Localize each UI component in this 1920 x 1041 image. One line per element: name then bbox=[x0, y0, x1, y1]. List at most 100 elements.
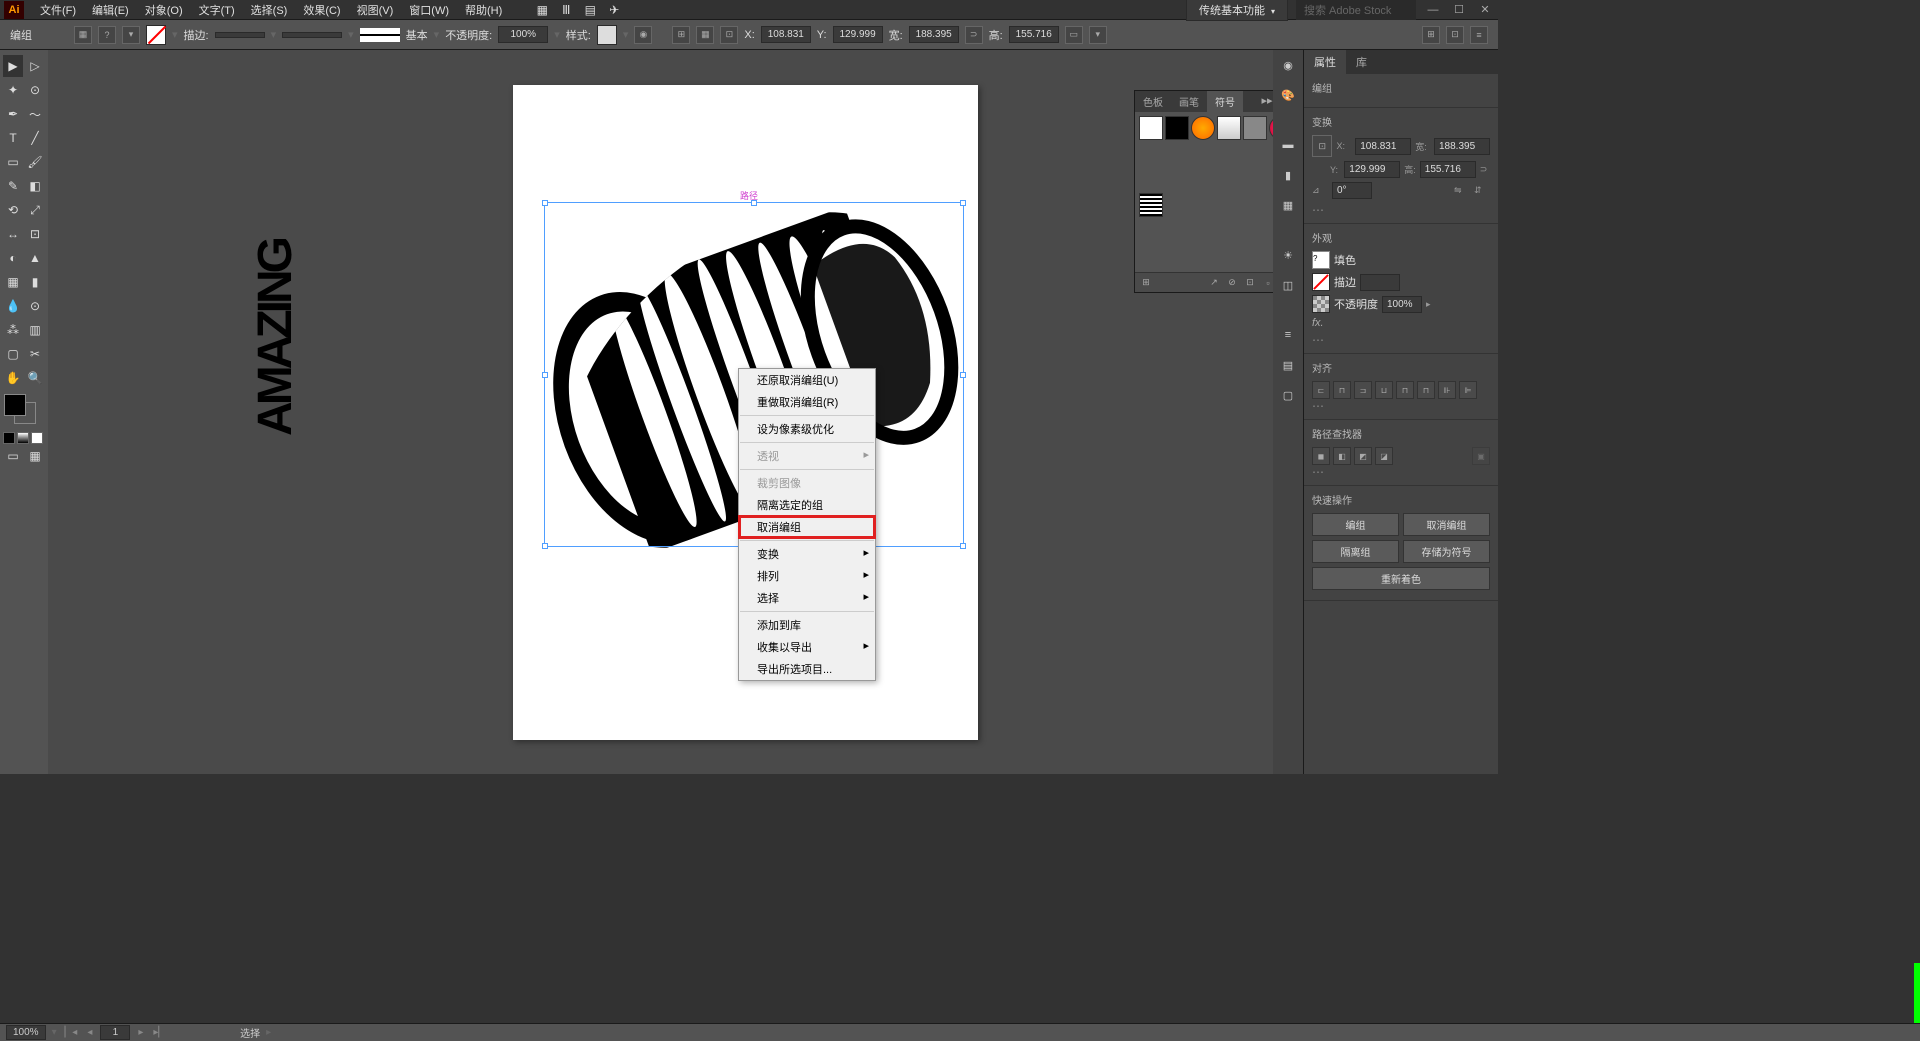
none-mode-icon[interactable] bbox=[31, 432, 43, 444]
prop-angle-input[interactable] bbox=[1332, 182, 1372, 199]
nav-next-icon[interactable]: ▸ bbox=[136, 1027, 145, 1038]
direct-selection-tool[interactable]: ▷ bbox=[25, 55, 45, 77]
stroke-swatch[interactable] bbox=[1312, 273, 1330, 291]
prop-y-input[interactable] bbox=[1344, 161, 1400, 178]
fx-label[interactable]: fx. bbox=[1312, 317, 1324, 329]
tab-libraries[interactable]: 库 bbox=[1346, 50, 1377, 74]
dock-guide-icon[interactable]: 🎨 bbox=[1277, 84, 1299, 106]
screen-mode-icon[interactable]: ▭ bbox=[3, 445, 23, 467]
nav-first-icon[interactable]: ▏◂ bbox=[63, 1027, 80, 1038]
graph-tool[interactable]: ▥ bbox=[25, 319, 45, 341]
perspective-tool[interactable]: ▲ bbox=[25, 247, 45, 269]
magic-wand-tool[interactable]: ✦ bbox=[3, 79, 23, 101]
align-bottom-icon[interactable]: ⊓ bbox=[1417, 381, 1435, 399]
nav-last-icon[interactable]: ▸▏ bbox=[151, 1027, 168, 1038]
nav-prev-icon[interactable]: ◂ bbox=[85, 1027, 94, 1038]
menu-item[interactable]: 文件(F) bbox=[32, 2, 84, 18]
pathfinder-unite-icon[interactable]: ◼ bbox=[1312, 447, 1330, 465]
envelope-icon[interactable]: ▾ bbox=[1089, 26, 1107, 44]
symbol-item[interactable] bbox=[1191, 116, 1215, 140]
link-wh-icon[interactable]: ⊃ bbox=[1480, 164, 1490, 175]
workspace-dropdown[interactable]: 传统基本功能 bbox=[1186, 0, 1288, 21]
panel-tab-swatches[interactable]: 色板 bbox=[1135, 91, 1171, 112]
context-menu-item[interactable]: 变换 bbox=[739, 543, 875, 565]
dock-transparency-icon[interactable]: ▦ bbox=[1277, 194, 1299, 216]
more-options-icon[interactable]: ⋯ bbox=[1312, 203, 1324, 217]
color-mode-icon[interactable] bbox=[3, 432, 15, 444]
scale-tool[interactable]: ⤢ bbox=[25, 199, 45, 221]
shaper-tool[interactable]: ✎ bbox=[3, 175, 23, 197]
new-icon[interactable]: ▫ bbox=[1261, 276, 1273, 290]
symbol-sprayer-tool[interactable]: ⁂ bbox=[3, 319, 23, 341]
stroke-swatch[interactable] bbox=[146, 25, 166, 45]
shape-builder-tool[interactable]: ◐ bbox=[3, 247, 23, 269]
prop-w-input[interactable] bbox=[1434, 138, 1490, 155]
dropdown-icon[interactable]: ▾ bbox=[122, 26, 140, 44]
free-transform-tool[interactable]: ⊡ bbox=[25, 223, 45, 245]
zoom-tool[interactable]: 🔍 bbox=[25, 367, 45, 389]
place-icon[interactable]: ↗ bbox=[1207, 276, 1221, 290]
quick-group-button[interactable]: 编组 bbox=[1312, 513, 1399, 536]
pathfinder-intersect-icon[interactable]: ◩ bbox=[1354, 447, 1372, 465]
menu-icon[interactable]: ≡ bbox=[1470, 26, 1488, 44]
resize-handle[interactable] bbox=[542, 372, 548, 378]
context-menu-item[interactable]: 导出所选项目... bbox=[739, 658, 875, 680]
context-menu-item[interactable]: 取消编组 bbox=[739, 516, 875, 538]
reference-point[interactable]: ⊡ bbox=[720, 26, 738, 44]
opacity-input[interactable]: 100% bbox=[498, 26, 548, 43]
resize-handle[interactable] bbox=[960, 372, 966, 378]
menubar-icon[interactable]: ✈ bbox=[603, 0, 625, 21]
panel-collapse-icon[interactable]: ▸▸ bbox=[1256, 91, 1273, 112]
fill-swatch[interactable]: ▦ bbox=[74, 26, 92, 44]
hand-tool[interactable]: ✋ bbox=[3, 367, 23, 389]
context-menu-item[interactable]: 重做取消编组(R) bbox=[739, 391, 875, 413]
close-icon[interactable]: ✕ bbox=[1476, 3, 1494, 16]
curvature-tool[interactable]: ～ bbox=[25, 103, 45, 125]
library-icon[interactable]: ⊞ bbox=[1139, 276, 1153, 290]
menu-item[interactable]: 效果(C) bbox=[295, 2, 348, 18]
opacity-swatch[interactable] bbox=[1312, 295, 1330, 313]
align-top-icon[interactable]: ⊔ bbox=[1375, 381, 1393, 399]
quick-isolate-button[interactable]: 隔离组 bbox=[1312, 540, 1399, 563]
gradient-mode-icon[interactable] bbox=[17, 432, 29, 444]
dock-graphic-styles-icon[interactable]: ◫ bbox=[1277, 274, 1299, 296]
more-options-icon[interactable]: ⋯ bbox=[1312, 465, 1324, 479]
reference-point[interactable]: ⊡ bbox=[1312, 135, 1332, 157]
symbol-item[interactable] bbox=[1243, 116, 1267, 140]
setup-icon[interactable]: ⊞ bbox=[1422, 26, 1440, 44]
panel-tab-symbols[interactable]: 符号 bbox=[1207, 91, 1243, 112]
options-icon[interactable]: ⊡ bbox=[1243, 276, 1257, 290]
panel-tab-brushes[interactable]: 画笔 bbox=[1171, 91, 1207, 112]
flip-h-icon[interactable]: ⇋ bbox=[1454, 185, 1470, 196]
eyedropper-tool[interactable]: 💧 bbox=[3, 295, 23, 317]
width-tool[interactable]: ↔ bbox=[3, 223, 23, 245]
flip-v-icon[interactable]: ⇵ bbox=[1474, 185, 1490, 196]
menu-item[interactable]: 选择(S) bbox=[243, 2, 296, 18]
x-input[interactable]: 108.831 bbox=[761, 26, 811, 43]
eraser-tool[interactable]: ◧ bbox=[25, 175, 45, 197]
search-input[interactable]: 搜索 Adobe Stock bbox=[1296, 0, 1416, 20]
pen-tool[interactable]: ✒ bbox=[3, 103, 23, 125]
prop-h-input[interactable] bbox=[1420, 161, 1476, 178]
style-swatch[interactable] bbox=[597, 25, 617, 45]
dock-appearance-icon[interactable]: ☀ bbox=[1277, 244, 1299, 266]
h-input[interactable]: 155.716 bbox=[1009, 26, 1059, 43]
dock-artboards-icon[interactable]: ▢ bbox=[1277, 384, 1299, 406]
stroke-weight-input[interactable] bbox=[1360, 274, 1400, 291]
prefs-icon[interactable]: ⊡ bbox=[1446, 26, 1464, 44]
symbol-item[interactable] bbox=[1165, 116, 1189, 140]
blend-tool[interactable]: ⊙ bbox=[25, 295, 45, 317]
context-menu-item[interactable]: 还原取消编组(U) bbox=[739, 369, 875, 391]
context-menu-item[interactable]: 选择 bbox=[739, 587, 875, 609]
w-input[interactable]: 188.395 bbox=[909, 26, 959, 43]
pathfinder-exclude-icon[interactable]: ◪ bbox=[1375, 447, 1393, 465]
type-tool[interactable]: T bbox=[3, 127, 23, 149]
symbol-item[interactable] bbox=[1139, 193, 1163, 217]
shape-icon[interactable]: ▭ bbox=[1065, 26, 1083, 44]
zoom-input[interactable]: 100% bbox=[6, 1025, 46, 1040]
align-vcenter-icon[interactable]: ⊓ bbox=[1396, 381, 1414, 399]
symbol-item[interactable] bbox=[1217, 116, 1241, 140]
quick-ungroup-button[interactable]: 取消编组 bbox=[1403, 513, 1490, 536]
maximize-icon[interactable]: ☐ bbox=[1450, 3, 1468, 16]
break-link-icon[interactable]: ⊘ bbox=[1225, 276, 1239, 290]
